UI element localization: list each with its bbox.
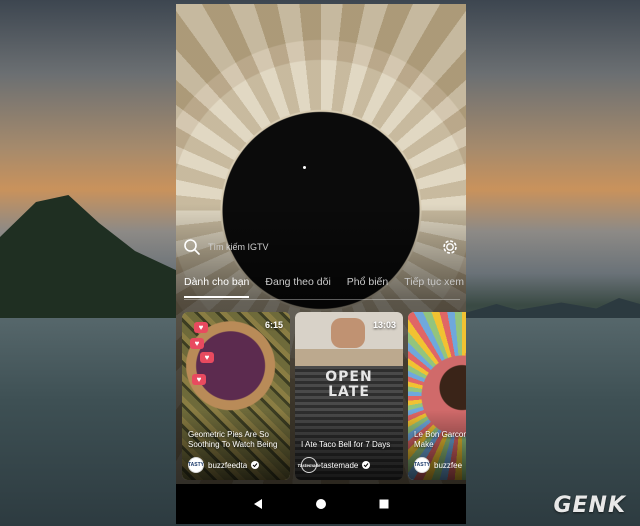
tab-popular[interactable]: Phổ biến [347,276,388,298]
heart-icon: ♥ [190,338,204,349]
channel-avatar[interactable]: TASTY [414,457,430,473]
video-duration: 13:03 [372,320,396,330]
android-navigation-bar [176,484,466,524]
heart-icon: ♥ [192,374,206,385]
heart-icon: ♥ [194,322,208,333]
channel-name[interactable]: tastemade [321,461,358,470]
search-input[interactable] [208,242,440,252]
video-card[interactable]: ♥ ♥ ♥ ♥ 6:15 Geometric Pies Are So Sooth… [182,312,290,480]
video-duration: 6:15 [264,320,283,330]
search-bar [182,236,460,258]
tab-for-you[interactable]: Dành cho bạn [184,276,250,298]
channel-avatar[interactable]: Tastemade [297,457,321,473]
tab-label: Dành cho bạn [184,276,250,288]
channel-info: TASTY buzzfeedta [188,457,286,473]
featured-video-highlight [303,166,306,169]
recents-icon[interactable] [374,494,394,514]
channel-name[interactable]: buzzfeedta [208,461,247,470]
thumbnail-bag-text: OPEN LATE [325,369,373,400]
verified-icon [362,461,371,469]
video-title: I Ate Taco Bell for 7 Days [301,440,391,449]
video-card[interactable]: OPEN LATE 13:03 I Ate Taco Bell for 7 Da… [295,312,403,480]
tab-label: Tiếp tục xem [404,276,464,288]
tab-active-indicator [184,296,250,298]
tab-bar: Dành cho bạn Đang theo dõi Phổ biến Tiếp… [184,276,466,298]
settings-icon[interactable] [440,237,460,257]
back-icon[interactable] [248,494,268,514]
channel-avatar[interactable]: TASTY [188,457,204,473]
tabs-divider [184,299,460,300]
channel-info: TASTY buzzfee [414,457,466,473]
tab-label: Phổ biến [346,276,389,288]
thumbnail-hand [331,318,365,348]
tab-label: Đang theo dõi [265,276,331,288]
tab-following[interactable]: Đang theo dõi [265,276,330,298]
video-carousel[interactable]: ♥ ♥ ♥ ♥ 6:15 Geometric Pies Are So Sooth… [182,312,466,482]
tab-continue-watching[interactable]: Tiếp tục xem [404,276,464,298]
heart-icon: ♥ [200,352,214,363]
video-title: Geometric Pies Are So Soothing To Watch … [188,430,278,449]
home-icon[interactable] [311,494,331,514]
genk-watermark-logo: GENK [553,493,626,518]
verified-icon [251,461,260,469]
channel-name[interactable]: buzzfee [434,461,462,470]
search-icon[interactable] [182,237,202,257]
video-card[interactable]: Le Bon Garcon That Will Make TASTY buzzf… [408,312,466,480]
video-title: Le Bon Garcon That Will Make [414,430,466,449]
channel-info: Tastemade tastemade [297,457,399,473]
phone-screen: Dành cho bạn Đang theo dõi Phổ biến Tiếp… [176,4,466,524]
